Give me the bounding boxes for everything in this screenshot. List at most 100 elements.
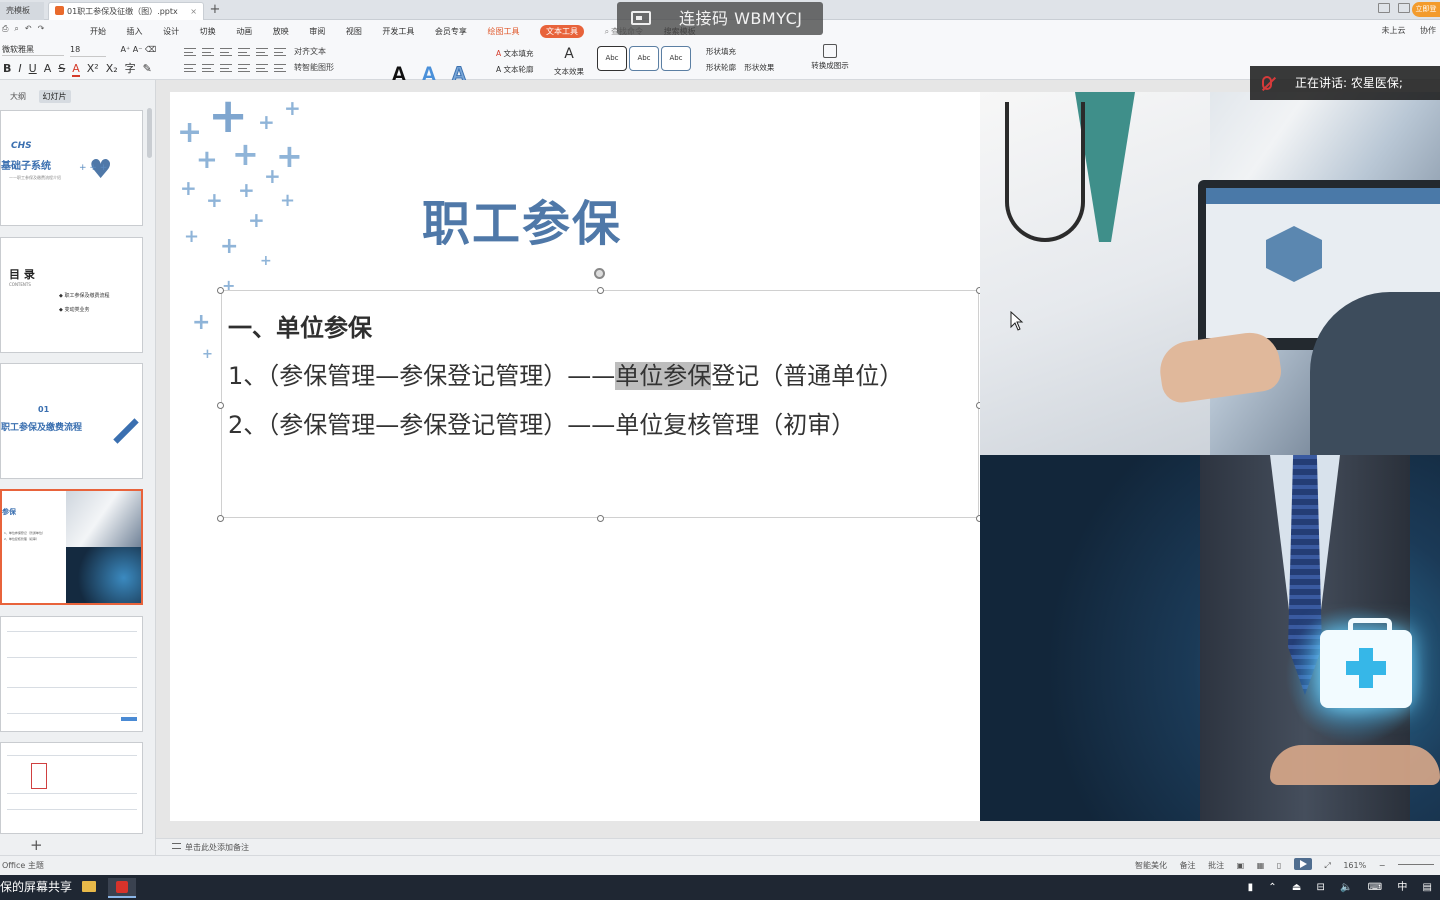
font-size-select[interactable]: 18 [70, 45, 106, 57]
tray-app-icon[interactable]: ▮ [1248, 882, 1254, 893]
bullets-icon[interactable] [184, 47, 196, 56]
preview-icon[interactable]: ⌕ [14, 24, 18, 33]
slide-thumb-1[interactable]: CHS 基础子系统 ——职工参保及缴费流程介绍 ♥ + + + [0, 110, 143, 226]
grid-icon[interactable] [1398, 3, 1410, 13]
zoom-slider[interactable] [1398, 864, 1434, 865]
undo-icon[interactable]: ↶ [25, 24, 32, 33]
menu-insert[interactable]: 插入 [127, 26, 143, 37]
doctor-photo[interactable] [980, 92, 1440, 455]
indent-icon[interactable] [238, 47, 250, 56]
smart-art-button[interactable]: 转智能图形 [294, 63, 334, 72]
bold-icon[interactable]: B [3, 62, 11, 75]
list-item-1[interactable]: 1、（参保管理—参保登记管理）——单位参保登记（普通单位） [228, 356, 903, 391]
zoom-out-icon[interactable]: − [1379, 861, 1386, 870]
login-button[interactable]: 立即登 [1412, 2, 1440, 17]
text-outline-button[interactable]: A 文本轮廓 [496, 62, 534, 78]
text-effects-button[interactable]: A 文本效果 [551, 46, 587, 80]
align-center-icon[interactable] [202, 63, 214, 72]
shrink-font-icon[interactable]: A⁻ [133, 45, 143, 54]
justify-icon[interactable] [238, 63, 250, 72]
slide-canvas[interactable]: + + + + + + + + + + + + + + + + + + + 职工… [170, 92, 1440, 821]
menu-slideshow[interactable]: 放映 [273, 26, 289, 37]
shape-style-1[interactable]: Abc [597, 46, 627, 71]
add-slide-button[interactable]: + [30, 836, 43, 854]
selected-text[interactable]: 单位参保 [615, 362, 712, 390]
comments-toggle[interactable]: 批注 [1208, 861, 1224, 870]
redo-icon[interactable]: ↷ [38, 24, 45, 33]
slide-thumb-3[interactable]: 01 职工参保及缴费流程 [0, 363, 143, 479]
tab-outline[interactable]: 大纲 [6, 90, 30, 103]
menu-view[interactable]: 视图 [346, 26, 362, 37]
columns-icon[interactable] [274, 63, 286, 72]
volume-icon[interactable]: 🔈 [1340, 882, 1352, 893]
tray-usb-icon[interactable]: ⏏ [1292, 882, 1301, 893]
rotate-handle[interactable] [594, 268, 605, 279]
notification-icon[interactable]: ▤ [1423, 882, 1432, 893]
cloud-status[interactable]: 未上云 [1381, 26, 1405, 35]
resize-handle[interactable] [597, 287, 604, 294]
align-text-button[interactable]: 对齐文本 [294, 47, 326, 56]
italic-icon[interactable]: I [18, 62, 21, 75]
new-tab-button[interactable]: + [208, 2, 222, 18]
numbering-icon[interactable] [202, 47, 214, 56]
tab-slides[interactable]: 幻灯片 [38, 90, 71, 103]
screen-share-label[interactable]: 保的屏幕共享 [0, 875, 72, 900]
resize-handle[interactable] [217, 515, 224, 522]
font-color-icon[interactable]: A [72, 62, 80, 77]
slide-thumb-5[interactable] [0, 616, 143, 732]
resize-handle[interactable] [217, 287, 224, 294]
underline-icon[interactable]: U [29, 62, 37, 75]
shape-outline-button[interactable]: 形状轮廓 [706, 63, 736, 72]
notes-pane[interactable]: 单击此处添加备注 [156, 838, 1440, 855]
slide-title[interactable]: 职工参保 [422, 184, 622, 254]
align-right-icon[interactable] [220, 63, 232, 72]
shape-effects-button[interactable]: 形状效果 [744, 63, 774, 72]
print-icon[interactable]: ⎙ [2, 24, 8, 33]
shape-style-3[interactable]: Abc [661, 46, 691, 71]
wps-app-icon[interactable] [108, 878, 136, 898]
sorter-view-icon[interactable]: ▦ [1257, 861, 1265, 870]
medical-kit-photo[interactable] [980, 455, 1440, 821]
menu-member[interactable]: 会员专享 [435, 26, 467, 37]
reading-view-icon[interactable]: ▯ [1277, 861, 1281, 870]
section-heading[interactable]: 一、单位参保 [228, 308, 372, 343]
menu-design[interactable]: 设计 [163, 26, 179, 37]
convert-to-diagram-button[interactable]: 转换成图示 [808, 44, 852, 71]
close-tab-icon[interactable]: × [190, 3, 197, 21]
line-spacing-icon[interactable] [274, 47, 286, 56]
slide-thumb-2[interactable]: 目 录 CONTENTS ◆ 职工参保及缴费流程 ◆ 变动类业务 [0, 237, 143, 353]
file-explorer-icon[interactable] [82, 881, 96, 892]
text-fill-button[interactable]: A 文本填充 [496, 46, 534, 62]
tab-template[interactable]: 壳模板 [0, 2, 44, 20]
list-item-2[interactable]: 2、（参保管理—参保登记管理）——单位复核管理（初审） [228, 405, 855, 440]
network-icon[interactable]: ⊟ [1317, 882, 1325, 893]
play-slideshow-button[interactable] [1293, 858, 1312, 870]
tab-document[interactable]: 01职工参保及征缴（图）.pptx × [48, 2, 204, 20]
shape-fill-button[interactable]: 形状填充 [706, 47, 736, 56]
strikethrough-icon[interactable]: S [58, 62, 65, 75]
menu-transition[interactable]: 切换 [200, 26, 216, 37]
outdent-icon[interactable] [220, 47, 232, 56]
ime-indicator[interactable]: 中 [1397, 882, 1407, 893]
zoom-level[interactable]: 161% [1343, 861, 1366, 870]
highlight-icon[interactable]: ✎ [143, 62, 152, 75]
clear-format-icon[interactable]: ⌫ [145, 45, 156, 54]
menu-developer[interactable]: 开发工具 [382, 26, 414, 37]
align-left-icon[interactable] [184, 63, 196, 72]
normal-view-icon[interactable]: ▣ [1237, 861, 1245, 870]
char-spacing-icon[interactable]: 字 [125, 62, 136, 75]
font-name-select[interactable]: 微软雅黑 [2, 44, 64, 56]
grow-font-icon[interactable]: A⁺ [121, 45, 131, 54]
shape-style-2[interactable]: Abc [629, 46, 659, 71]
distribute-icon[interactable] [256, 63, 268, 72]
shadow-icon[interactable]: A [44, 62, 52, 75]
notes-toggle[interactable]: 备注 [1180, 861, 1196, 870]
slide-thumb-6[interactable] [0, 742, 143, 834]
text-direction-icon[interactable] [256, 47, 268, 56]
layout-icon[interactable] [1378, 3, 1390, 13]
menu-home[interactable]: 开始 [90, 26, 106, 37]
keyboard-icon[interactable]: ⌨ [1368, 882, 1382, 893]
tray-expand-icon[interactable]: ⌃ [1268, 882, 1276, 893]
menu-drawing-tools[interactable]: 绘图工具 [487, 26, 519, 37]
panel-scrollbar[interactable] [147, 108, 152, 158]
